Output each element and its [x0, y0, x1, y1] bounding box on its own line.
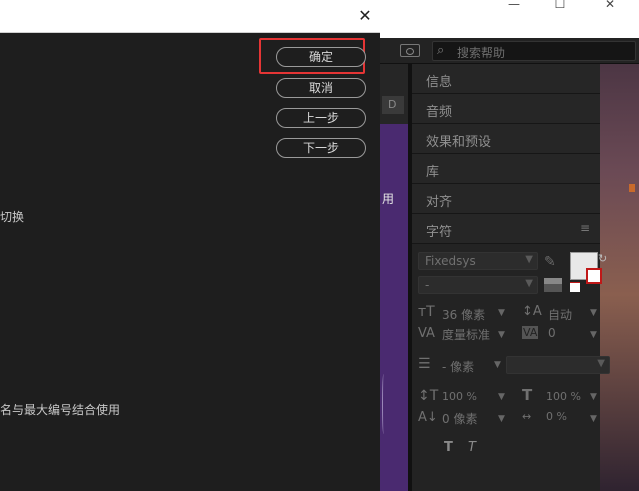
font-size-icon: ᴛT	[418, 304, 435, 320]
stroke-style-icon[interactable]	[544, 278, 562, 292]
font-style-value: -	[425, 278, 430, 292]
app-topbar: ⌕ 搜索帮助	[380, 38, 639, 64]
font-style-dropdown[interactable]: - ▼	[418, 276, 538, 294]
vertical-scale-icon: ↕T	[418, 388, 439, 404]
tsume-value[interactable]: 0 %	[546, 410, 567, 423]
viewer-stroke	[382, 374, 385, 434]
font-family-dropdown[interactable]: Fixedsys ▼	[418, 252, 538, 270]
option-text-toggle: 切换	[0, 210, 25, 224]
desktop-wallpaper	[600, 0, 639, 491]
vertical-scale-value[interactable]: 100 %	[442, 390, 477, 403]
font-size-value[interactable]: 36 像素	[442, 306, 485, 323]
composition-text: 用	[382, 192, 395, 206]
search-help-input[interactable]: ⌕ 搜索帮助	[432, 41, 636, 61]
chevron-down-icon[interactable]: ▼	[590, 308, 597, 318]
composition-tab[interactable]: D	[382, 96, 404, 114]
option-text-combine: 名与最大编号结合使用	[0, 403, 121, 417]
chevron-down-icon[interactable]: ▼	[494, 360, 501, 370]
chevron-down-icon: ▼	[597, 358, 605, 369]
chevron-down-icon[interactable]: ▼	[590, 392, 597, 402]
panel-tab-align[interactable]: 对齐	[412, 184, 600, 214]
minimize-button[interactable]: —	[504, 0, 524, 10]
baseline-shift-value[interactable]: 0 像素	[442, 410, 477, 427]
chevron-down-icon: ▼	[525, 278, 533, 289]
chevron-down-icon[interactable]: ▼	[498, 308, 505, 318]
panel-tab-label: 音频	[426, 105, 453, 120]
faux-bold-button[interactable]: T	[444, 440, 453, 455]
kerning-value[interactable]: 度量标准	[442, 326, 490, 343]
ok-button[interactable]: 确定	[276, 47, 366, 67]
composition-panel: D 用	[380, 64, 408, 491]
stroke-color-swatch[interactable]	[586, 268, 602, 284]
chevron-down-icon[interactable]: ▼	[590, 330, 597, 340]
swap-colors-icon[interactable]: ↻	[598, 252, 607, 265]
panel-tab-label: 信息	[426, 75, 453, 90]
baseline-shift-icon: A↓	[418, 410, 438, 425]
cancel-button[interactable]: 取消	[276, 78, 366, 98]
horizontal-scale-icon: T	[522, 386, 533, 404]
dialog-titlebar[interactable]: ✕	[0, 0, 380, 33]
maximize-button[interactable]: ☐	[550, 0, 570, 10]
leading-value[interactable]: 自动	[548, 306, 572, 323]
chevron-down-icon[interactable]: ▼	[590, 414, 597, 424]
horizontal-scale-value[interactable]: 100 %	[546, 390, 581, 403]
previous-button[interactable]: 上一步	[276, 108, 366, 128]
panel-tab-character[interactable]: 字符 ≡	[412, 214, 600, 244]
chevron-down-icon: ▼	[525, 254, 533, 265]
stroke-width-icon: ☰	[418, 356, 431, 372]
workspace-icon[interactable]	[400, 44, 420, 57]
font-family-value: Fixedsys	[425, 254, 476, 268]
stroke-width-value[interactable]: - 像素	[442, 358, 474, 375]
panel-tab-effects[interactable]: 效果和预设	[412, 124, 600, 154]
faux-italic-button[interactable]: T	[468, 440, 476, 455]
panel-tab-library[interactable]: 库	[412, 154, 600, 184]
stroke-position-dropdown[interactable]: ▼	[506, 356, 610, 374]
window-controls: — ☐ ✕	[380, 0, 639, 38]
panel-tab-audio[interactable]: 音频	[412, 94, 600, 124]
composition-viewer[interactable]	[380, 124, 408, 491]
leading-icon: ↕A	[522, 304, 542, 319]
search-icon: ⌕	[437, 43, 445, 58]
tracking-value[interactable]: 0	[548, 326, 556, 340]
panel-menu-icon[interactable]: ≡	[580, 221, 590, 235]
chevron-down-icon[interactable]: ▼	[498, 414, 505, 424]
dialog-window: ✕ 确定 取消 上一步 下一步 切换 名与最大编号结合使用	[0, 0, 380, 491]
dialog-close-icon[interactable]: ✕	[356, 7, 374, 25]
no-color-swatch[interactable]	[570, 282, 580, 292]
panel-tab-label: 对齐	[426, 195, 453, 210]
close-button[interactable]: ✕	[600, 0, 620, 10]
kerning-icon: VA	[418, 326, 435, 341]
eyedropper-icon[interactable]: ✎	[544, 254, 556, 270]
tsume-icon: ↔	[522, 410, 532, 423]
panel-tab-info[interactable]: 信息	[412, 64, 600, 94]
chevron-down-icon[interactable]: ▼	[498, 330, 505, 340]
tracking-icon: VA	[522, 326, 539, 339]
right-panel-stack: 信息 音频 效果和预设 库 对齐 字符 ≡ Fixedsys ▼ ✎ ↻ - ▼…	[412, 64, 610, 491]
panel-tab-label: 效果和预设	[426, 135, 492, 150]
desktop-accent	[629, 184, 635, 192]
chevron-down-icon[interactable]: ▼	[498, 392, 505, 402]
panel-tab-label: 字符	[426, 225, 453, 240]
panel-tab-label: 库	[426, 165, 440, 180]
search-placeholder: 搜索帮助	[457, 46, 506, 60]
next-button[interactable]: 下一步	[276, 138, 366, 158]
